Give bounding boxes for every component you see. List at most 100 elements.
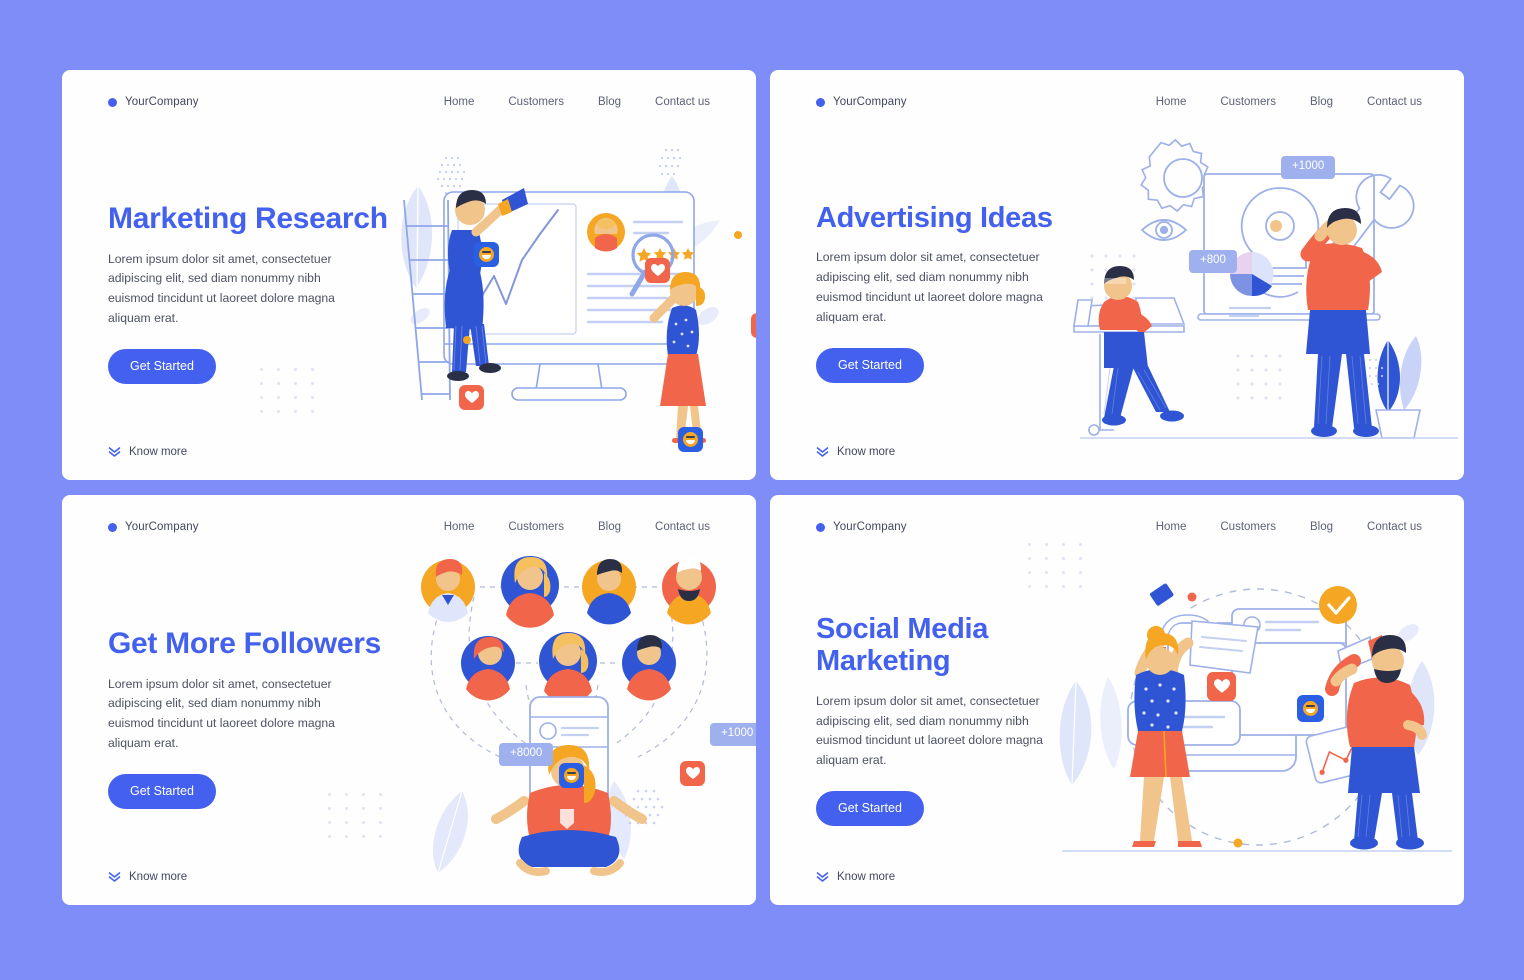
brand-dot-icon xyxy=(816,522,825,532)
main-nav: Home Customers Blog Contact us xyxy=(444,96,710,108)
user-avatar-card xyxy=(587,213,625,251)
nav-item-customers[interactable]: Customers xyxy=(1220,521,1276,533)
man-pointing xyxy=(1270,208,1382,437)
dot-grid-decoration xyxy=(260,368,316,414)
page-title: Advertising Ideas xyxy=(816,202,1053,234)
avatar xyxy=(582,559,636,625)
seated-woman xyxy=(491,745,647,876)
heart-icon xyxy=(751,313,756,338)
hero-copy: Advertising Ideas Lorem ipsum dolor sit … xyxy=(816,202,1116,383)
nav-item-home[interactable]: Home xyxy=(444,521,475,533)
badge-plus-800: +800 xyxy=(1189,250,1237,273)
nav-item-blog[interactable]: Blog xyxy=(598,96,621,108)
smartphone-post xyxy=(1127,608,1347,772)
header-bar: YourCompany Home Customers Blog Contact … xyxy=(62,521,756,533)
know-more-label: Know more xyxy=(129,871,188,883)
nav-item-contact-us[interactable]: Contact us xyxy=(1367,521,1422,533)
know-more-label: Know more xyxy=(837,871,896,883)
dashed-connectors xyxy=(430,586,708,758)
avatar xyxy=(662,557,716,625)
chevron-double-down-icon xyxy=(108,872,121,882)
know-more-link[interactable]: Know more xyxy=(108,871,187,883)
wrench-icon xyxy=(1322,174,1415,270)
lightbulb-icon xyxy=(1240,187,1320,298)
woman-with-magnet xyxy=(1130,583,1259,847)
know-more-label: Know more xyxy=(129,446,188,458)
emoji-icon xyxy=(474,242,499,267)
badge-plus-8000: +8000 xyxy=(499,743,554,766)
ladder xyxy=(403,199,451,401)
brand-dot-icon xyxy=(816,97,825,107)
get-started-button[interactable]: Get Started xyxy=(816,791,924,826)
dot-decoration xyxy=(1187,592,1197,602)
avatar xyxy=(622,635,676,701)
main-nav: Home Customers Blog Contact us xyxy=(1156,96,1422,108)
dot-grid-decoration xyxy=(1090,254,1282,400)
dot-grid-decoration xyxy=(328,793,384,839)
nav-item-blog[interactable]: Blog xyxy=(598,521,621,533)
avatar xyxy=(421,559,475,622)
magnifying-glass-icon xyxy=(629,233,675,297)
brand-logo[interactable]: YourCompany xyxy=(816,521,907,533)
page-title: Get More Followers xyxy=(108,627,381,660)
dot-grid-decoration xyxy=(1028,543,1084,589)
nav-item-customers[interactable]: Customers xyxy=(1220,96,1276,108)
man-with-megaphone xyxy=(1325,635,1427,850)
know-more-link[interactable]: Know more xyxy=(108,446,187,458)
know-more-link[interactable]: Know more xyxy=(816,871,895,883)
brand-name: YourCompany xyxy=(125,521,199,533)
heart-icon xyxy=(1207,672,1236,701)
nav-item-contact-us[interactable]: Contact us xyxy=(1367,96,1422,108)
halftone-dots xyxy=(624,789,664,825)
page-title: Marketing Research xyxy=(108,202,388,235)
smartphone xyxy=(529,696,609,828)
know-more-label: Know more xyxy=(837,446,896,458)
nav-item-home[interactable]: Home xyxy=(1156,521,1187,533)
gear-icon xyxy=(1140,138,1210,213)
nav-item-blog[interactable]: Blog xyxy=(1310,521,1333,533)
dot-decoration xyxy=(1233,838,1243,848)
nav-item-home[interactable]: Home xyxy=(444,96,475,108)
card-social-media-marketing: YourCompany Home Customers Blog Contact … xyxy=(770,495,1464,905)
nav-item-customers[interactable]: Customers xyxy=(508,521,564,533)
woman-with-magnifying-glass xyxy=(649,272,706,443)
brand-logo[interactable]: YourCompany xyxy=(816,96,907,108)
nav-item-customers[interactable]: Customers xyxy=(508,96,564,108)
hero-description: Lorem ipsum dolor sit amet, consectetuer… xyxy=(816,693,1043,768)
get-started-button[interactable]: Get Started xyxy=(816,347,924,383)
emoji-icon xyxy=(678,427,703,452)
header-bar: YourCompany Home Customers Blog Contact … xyxy=(62,96,756,108)
hero-description: Lorem ipsum dolor sit amet, consectetuer… xyxy=(108,251,335,325)
dashed-circle xyxy=(1129,588,1387,846)
header-bar: YourCompany Home Customers Blog Contact … xyxy=(770,96,1464,108)
chart-card xyxy=(1305,722,1377,784)
pie-chart xyxy=(1228,252,1274,318)
card-marketing-research: YourCompany Home Customers Blog Contact … xyxy=(62,70,756,480)
brand-dot-icon xyxy=(108,522,117,532)
hero-description: Lorem ipsum dolor sit amet, consectetuer… xyxy=(816,250,1043,324)
brand-logo[interactable]: YourCompany xyxy=(108,96,199,108)
get-started-button[interactable]: Get Started xyxy=(108,773,216,809)
leaf-decorations xyxy=(432,781,631,874)
heart-icon xyxy=(459,385,484,410)
five-star-rating xyxy=(636,248,695,262)
badge-plus-1000: +1000 xyxy=(1281,156,1336,179)
nav-item-home[interactable]: Home xyxy=(1156,96,1187,108)
whiteboard xyxy=(1197,173,1381,321)
page-title: Social Media Marketing xyxy=(816,613,989,678)
nav-item-blog[interactable]: Blog xyxy=(1310,96,1333,108)
check-badge xyxy=(1319,586,1357,624)
hero-copy: Get More Followers Lorem ipsum dolor sit… xyxy=(108,627,408,809)
brand-logo[interactable]: YourCompany xyxy=(108,521,199,533)
nav-item-contact-us[interactable]: Contact us xyxy=(655,96,710,108)
brand-dot-icon xyxy=(108,97,117,107)
brand-name: YourCompany xyxy=(833,521,907,533)
know-more-link[interactable]: Know more xyxy=(816,446,895,458)
desktop-monitor xyxy=(443,191,695,401)
nav-item-contact-us[interactable]: Contact us xyxy=(655,521,710,533)
card-get-more-followers: YourCompany Home Customers Blog Contact … xyxy=(62,495,756,905)
emoji-icon xyxy=(559,763,584,788)
chevron-double-down-icon xyxy=(816,447,829,457)
get-started-button[interactable]: Get Started xyxy=(108,348,216,384)
leaf-decorations xyxy=(401,176,720,325)
